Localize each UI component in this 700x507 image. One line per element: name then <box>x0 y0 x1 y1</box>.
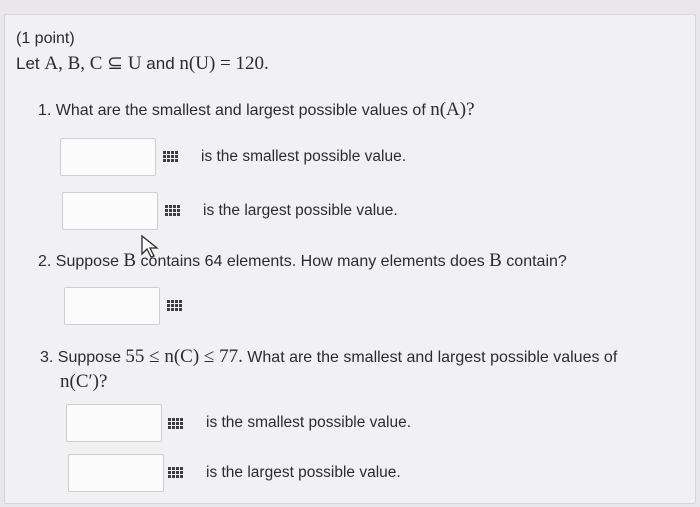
complement-size: n(C′)? <box>60 371 108 392</box>
q3-largest-input[interactable] <box>68 454 164 492</box>
matrix-grid-icon[interactable] <box>163 151 178 163</box>
problem-statement: Let A, B, C ⊆ U and n(U) = 120. <box>16 52 269 75</box>
question-3: 3. Suppose 55 ≤ n(C) ≤ 77. What are the … <box>40 346 670 368</box>
q1-largest-label: is the largest possible value. <box>203 202 398 219</box>
q3-smallest-label: is the smallest possible value. <box>206 414 412 431</box>
q1-smallest-label: is the smallest possible value. <box>201 148 407 165</box>
question-1: 1. What are the smallest and largest pos… <box>38 99 475 121</box>
universe-size: n(U) = 120. <box>179 53 269 74</box>
question-text-end: contain? <box>501 253 567 270</box>
question-math: n(A)? <box>430 99 475 120</box>
q1-largest-input[interactable] <box>62 192 158 230</box>
question-number: 3. <box>40 349 54 366</box>
set-b: B <box>123 250 137 271</box>
set-b-2: B <box>489 250 502 271</box>
points-label: (1 point) <box>16 30 75 47</box>
q3-largest-label: is the largest possible value. <box>206 464 401 481</box>
question-text-end: What are the smallest and largest possib… <box>242 349 618 366</box>
sets-notation: A, B, C ⊆ U <box>44 53 142 74</box>
question-text: Suppose <box>55 253 124 270</box>
q3-smallest-input[interactable] <box>66 404 162 442</box>
question-text: Suppose <box>57 349 126 366</box>
question-3-target: n(C′)? <box>60 371 107 393</box>
let-prefix: Let <box>16 54 45 73</box>
matrix-grid-icon[interactable] <box>165 205 180 217</box>
matrix-grid-icon[interactable] <box>168 418 183 430</box>
question-number: 2. <box>38 253 52 270</box>
question-text-mid: contains 64 elements. How many elements … <box>140 253 490 270</box>
question-text: What are the smallest and largest possib… <box>55 102 431 119</box>
matrix-grid-icon[interactable] <box>168 467 183 479</box>
q2-answer-input[interactable] <box>64 287 160 325</box>
question-number: 1. <box>38 102 52 119</box>
q1-smallest-input[interactable] <box>60 138 156 176</box>
range-condition: 55 ≤ n(C) ≤ 77. <box>125 346 243 367</box>
mouse-pointer-icon <box>141 234 159 258</box>
and-text: and <box>141 54 180 73</box>
question-2: 2. Suppose B contains 64 elements. How m… <box>38 250 567 272</box>
matrix-grid-icon[interactable] <box>167 300 182 312</box>
